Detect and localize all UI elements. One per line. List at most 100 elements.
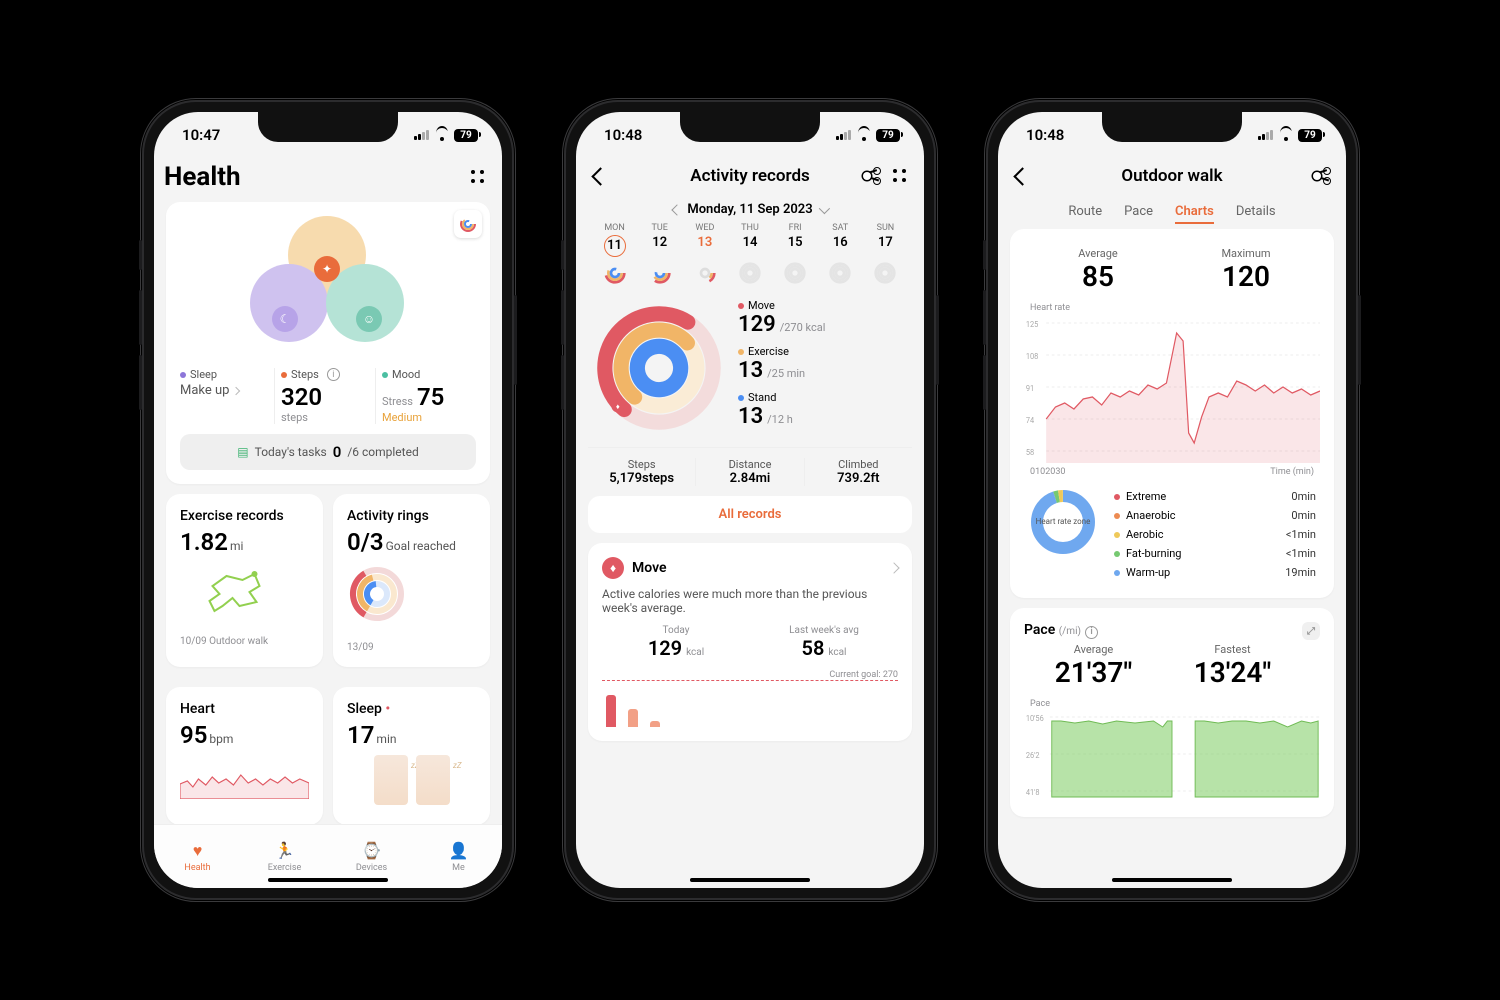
metric-sleep[interactable]: Sleep Make up bbox=[180, 368, 274, 424]
chevron-right-icon bbox=[232, 386, 240, 394]
metric-mood[interactable]: Mood Stress75 Medium bbox=[375, 368, 476, 424]
day-wed[interactable]: WED13 bbox=[682, 223, 727, 257]
week-row: MON11 TUE12 WED13 THU14 FRI15 SAT16 SUN1… bbox=[588, 223, 912, 257]
watch-icon: ⌚ bbox=[361, 841, 383, 861]
stand-label: Stand bbox=[748, 391, 776, 404]
hr-avg-label: Average bbox=[1024, 247, 1172, 260]
tab-pace[interactable]: Pace bbox=[1124, 204, 1153, 219]
heart-rate-card: Average85 Maximum120 Heart rate 12510891… bbox=[1010, 229, 1334, 598]
all-records-button[interactable]: All records bbox=[588, 496, 912, 533]
home-indicator[interactable] bbox=[1112, 878, 1232, 882]
phone-walk: 10:48 79 Outdoor walk Route Pace Charts … bbox=[986, 100, 1358, 900]
detail-tabs: Route Pace Charts Details bbox=[998, 200, 1346, 229]
exercise-target: /25 min bbox=[767, 367, 805, 380]
tab-charts[interactable]: Charts bbox=[1175, 204, 1214, 219]
pace-card: Pace (/mi)i⤢ Average21'37" Fastest13'24"… bbox=[1010, 608, 1334, 817]
exercise-records-card[interactable]: Exercise records 1.82mi 10/09 Outdoor wa… bbox=[166, 494, 323, 667]
exercise-caption: 10/09 Outdoor walk bbox=[180, 636, 309, 647]
header: Outdoor walk bbox=[998, 158, 1346, 200]
zone-warmup: Warm-up19min bbox=[1114, 563, 1316, 582]
svg-text:58: 58 bbox=[1026, 448, 1034, 457]
day-sun[interactable]: SUN17 bbox=[863, 223, 908, 257]
tab-health[interactable]: ♥Health bbox=[154, 825, 241, 888]
rings-badge-icon[interactable] bbox=[454, 210, 482, 238]
heart-value: 95 bbox=[180, 721, 207, 749]
zone-center-label: Heart rate zone bbox=[1028, 487, 1098, 557]
phone-activity: 10:48 79 Activity records Monday, 11 Sep… bbox=[564, 100, 936, 900]
move-value: 129 bbox=[738, 312, 776, 337]
heart-rate-chart[interactable]: 125108917458 bbox=[1024, 313, 1320, 463]
steps-label: Steps bbox=[291, 368, 319, 381]
pace-fast-label: Fastest bbox=[1163, 643, 1302, 656]
home-indicator[interactable] bbox=[690, 878, 810, 882]
move-card-title: Move bbox=[632, 560, 667, 576]
avg-value: 58 bbox=[802, 636, 825, 660]
today-value: 129 bbox=[648, 636, 682, 660]
tab-route[interactable]: Route bbox=[1068, 204, 1102, 219]
more-button[interactable] bbox=[464, 163, 492, 191]
exercise-value: 1.82 bbox=[180, 528, 228, 556]
signal-icon bbox=[1258, 130, 1273, 140]
tasks-bar[interactable]: ▤ Today's tasks 0/6 completed bbox=[180, 434, 476, 470]
pace-chart[interactable]: 10'5626'241'8 bbox=[1024, 709, 1320, 799]
heart-zone: Heart rate zone Extreme0min Anaerobic0mi… bbox=[1024, 477, 1320, 592]
more-button[interactable] bbox=[886, 162, 914, 190]
day-thu[interactable]: THU14 bbox=[727, 223, 772, 257]
avg-label: Last week's avg bbox=[750, 625, 898, 636]
svg-text:26'2: 26'2 bbox=[1026, 750, 1040, 759]
chevron-left-icon[interactable] bbox=[672, 204, 683, 215]
tab-details[interactable]: Details bbox=[1236, 204, 1276, 219]
status-time: 10:47 bbox=[182, 126, 220, 144]
zone-fatburning: Fat-burning<1min bbox=[1114, 544, 1316, 563]
pace-unit: (/mi) bbox=[1059, 626, 1081, 637]
metric-steps[interactable]: Steps i 320 steps bbox=[274, 368, 375, 424]
expand-icon[interactable]: ⤢ bbox=[1302, 622, 1320, 640]
moon-icon: ☾ bbox=[272, 306, 298, 332]
pace-fast-value: 13'24" bbox=[1163, 656, 1302, 689]
move-card[interactable]: ♦Move Active calories were much more tha… bbox=[588, 543, 912, 741]
svg-text:125: 125 bbox=[1026, 320, 1039, 329]
day-tue[interactable]: TUE12 bbox=[637, 223, 682, 257]
home-indicator[interactable] bbox=[268, 878, 388, 882]
svg-text:74: 74 bbox=[1026, 416, 1035, 425]
mood-label: Mood bbox=[392, 368, 420, 381]
pace-avg-label: Average bbox=[1024, 643, 1163, 656]
goal-line: Current goal: 270 bbox=[602, 670, 898, 681]
curtains-icon bbox=[347, 755, 476, 811]
week-rings-row bbox=[588, 257, 912, 285]
exercise-value: 13 bbox=[738, 358, 763, 383]
stress-tag: Medium bbox=[382, 411, 470, 424]
exercise-label: Exercise bbox=[748, 345, 789, 358]
summary-card[interactable]: ✦ ☾ ☺ Sleep Make up Steps i 320 steps bbox=[166, 202, 490, 484]
zone-extreme: Extreme0min bbox=[1114, 487, 1316, 506]
day-fri[interactable]: FRI15 bbox=[773, 223, 818, 257]
tab-me[interactable]: 👤Me bbox=[415, 825, 502, 888]
share-button[interactable] bbox=[858, 162, 886, 190]
rings-value: 0/3 bbox=[347, 528, 384, 556]
date-selector[interactable]: Monday, 11 Sep 2023 bbox=[588, 200, 912, 223]
ring-stats: Move129 /270 kcal Exercise13 /25 min Sta… bbox=[738, 299, 825, 437]
heart-icon: ♥ bbox=[187, 841, 209, 861]
stress-value: 75 bbox=[417, 383, 444, 411]
day-mon[interactable]: MON11 bbox=[592, 223, 637, 257]
sleep-card[interactable]: Sleep • 17min bbox=[333, 687, 490, 824]
rings-unit: Goal reached bbox=[386, 539, 456, 553]
chevron-down-icon[interactable] bbox=[818, 202, 829, 213]
day-sat[interactable]: SAT16 bbox=[818, 223, 863, 257]
back-button[interactable] bbox=[1008, 162, 1036, 190]
share-button[interactable] bbox=[1308, 162, 1336, 190]
info-icon[interactable]: i bbox=[1085, 626, 1098, 639]
rings-title: Activity rings bbox=[347, 508, 476, 524]
svg-text:♦: ♦ bbox=[616, 402, 620, 411]
stat-climbed[interactable]: Climbed739.2ft bbox=[804, 458, 912, 486]
day-rings-icon bbox=[648, 261, 672, 285]
back-button[interactable] bbox=[586, 162, 614, 190]
hr-chart-label: Heart rate bbox=[1024, 303, 1320, 313]
activity-rings-card[interactable]: Activity rings 0/3Goal reached 13/09 bbox=[333, 494, 490, 667]
move-card-text: Active calories were much more than the … bbox=[602, 587, 898, 615]
svg-text:108: 108 bbox=[1026, 352, 1038, 361]
heart-unit: bpm bbox=[209, 732, 233, 746]
stat-steps[interactable]: Steps5,179steps bbox=[588, 458, 695, 486]
stat-distance[interactable]: Distance2.84mi bbox=[695, 458, 803, 486]
heart-card[interactable]: Heart 95bpm bbox=[166, 687, 323, 824]
